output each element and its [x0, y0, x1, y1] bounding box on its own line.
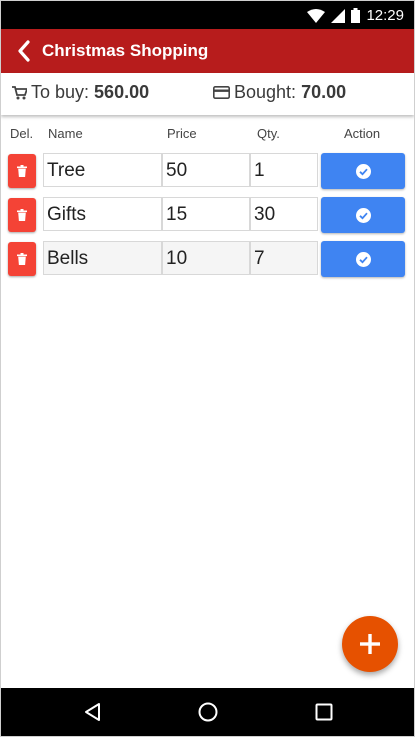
signal-icon [331, 8, 346, 23]
to-buy-value: 560.00 [94, 82, 150, 102]
chevron-left-icon[interactable] [15, 40, 35, 62]
mark-bought-button[interactable] [321, 197, 405, 233]
mark-bought-button[interactable] [321, 153, 405, 189]
status-icons: 12:29 [307, 7, 404, 24]
header-del: Del. [10, 126, 34, 141]
credit-card-icon [213, 86, 230, 99]
mark-bought-button[interactable] [321, 241, 405, 277]
delete-button[interactable] [8, 154, 36, 188]
trash-icon [17, 165, 27, 177]
app-bar: Christmas Shopping [1, 29, 414, 73]
bought-label: Bought: [234, 82, 297, 102]
check-circle-icon [355, 251, 371, 267]
header-name: Name [48, 126, 83, 141]
name-field[interactable]: Tree [43, 153, 162, 187]
table-row: Bells 10 7 [1, 241, 414, 277]
check-circle-icon [355, 163, 371, 179]
bought-summary: Bought: 70.00 [213, 82, 346, 103]
back-nav-icon[interactable] [81, 700, 105, 724]
summary-bar: To buy: 560.00 Bought: 70.00 [1, 73, 414, 115]
app-frame: 12:29 Christmas Shopping To buy: 560.00 … [0, 0, 415, 737]
battery-icon [351, 8, 361, 23]
bought-value: 70.00 [301, 82, 347, 102]
header-action: Action [344, 126, 381, 141]
plus-icon [360, 634, 380, 654]
qty-field[interactable]: 30 [250, 197, 318, 231]
name-field[interactable]: Gifts [43, 197, 162, 231]
trash-icon [17, 209, 27, 221]
check-circle-icon [355, 207, 371, 223]
to-buy-summary: To buy: 560.00 [12, 82, 149, 103]
page-title: Christmas Shopping [42, 41, 209, 60]
price-field[interactable]: 10 [162, 241, 250, 275]
header-price: Price [167, 126, 197, 141]
home-nav-icon[interactable] [196, 700, 220, 724]
trash-icon [17, 253, 27, 265]
cart-icon [12, 85, 27, 99]
to-buy-label: To buy: [31, 82, 90, 102]
status-time: 12:29 [366, 7, 404, 24]
add-item-button[interactable] [342, 616, 398, 672]
status-bar: 12:29 [1, 1, 414, 29]
wifi-icon [307, 8, 326, 23]
table-row: Tree 50 1 [1, 153, 414, 189]
delete-button[interactable] [8, 242, 36, 276]
recents-nav-icon[interactable] [312, 700, 336, 724]
name-field[interactable]: Bells [43, 241, 162, 275]
qty-field[interactable]: 7 [250, 241, 318, 275]
qty-field[interactable]: 1 [250, 153, 318, 187]
delete-button[interactable] [8, 198, 36, 232]
table-header: Del. Name Price Qty. Action [1, 126, 414, 144]
price-field[interactable]: 50 [162, 153, 250, 187]
header-qty: Qty. [257, 126, 280, 141]
table-row: Gifts 15 30 [1, 197, 414, 233]
navigation-bar [1, 688, 414, 736]
price-field[interactable]: 15 [162, 197, 250, 231]
